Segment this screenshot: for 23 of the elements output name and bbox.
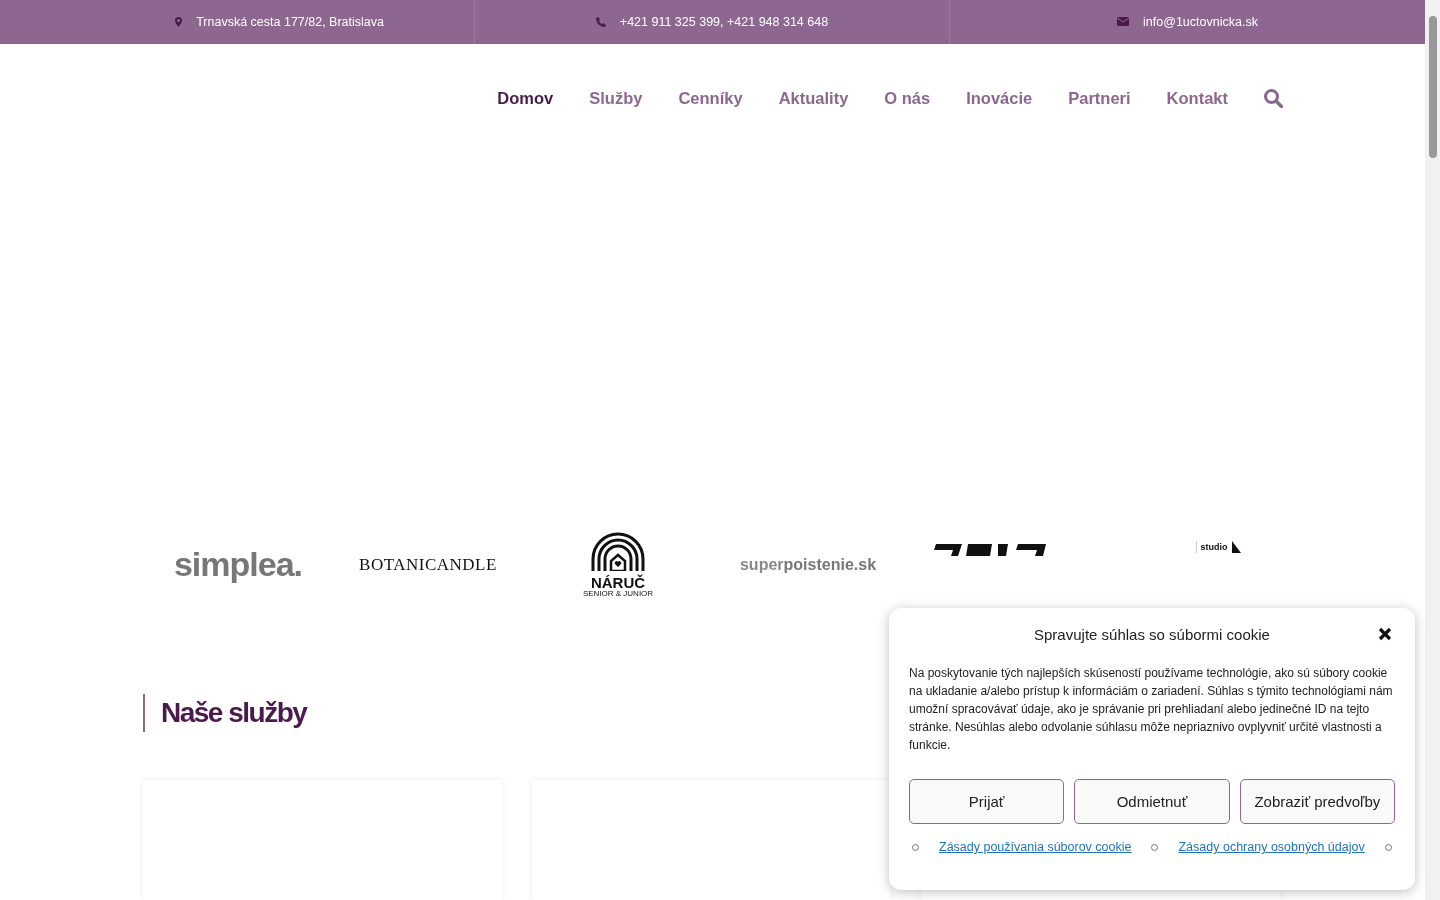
nav-link[interactable]: Služby xyxy=(589,88,643,108)
dialog-title: Spravujte súhlas so súbormi cookie xyxy=(1034,625,1270,643)
partner-logo[interactable]: BOTANICANDLE xyxy=(359,554,497,575)
nav-link[interactable]: O nás xyxy=(884,88,931,108)
contact-text[interactable]: Trnavská cesta 177/82, Bratislava xyxy=(196,15,384,29)
contact-text[interactable]: +421 911 325 399, +421 948 314 648 xyxy=(619,15,829,29)
cookie-button[interactable]: Prijať xyxy=(909,779,1065,824)
policy-link[interactable]: Zásady používania súborov cookie xyxy=(939,840,1132,854)
partner-logo[interactable]: superpoistenie.sk xyxy=(739,555,877,574)
policy-link[interactable]: Zásady ochrany osobných údajov xyxy=(1178,840,1365,854)
cookie-button[interactable]: Zobraziť predvoľby xyxy=(1239,779,1395,824)
nav-link[interactable]: Cenníky xyxy=(678,88,743,108)
nav-link[interactable]: Domov xyxy=(497,88,554,108)
cookie-button[interactable]: Odmietnuť xyxy=(1074,779,1230,824)
contact-text[interactable]: info@1uctovnicka.sk xyxy=(1143,15,1258,29)
nav-link[interactable]: Kontakt xyxy=(1166,88,1228,108)
partner-logo-text: studio xyxy=(1200,541,1228,552)
nav-link[interactable]: Partneri xyxy=(1068,88,1131,108)
partner-logo-subtext: SENIOR & JUNIOR xyxy=(582,590,654,599)
partner-logo-text: NÁRUČ xyxy=(590,575,646,591)
nav-link[interactable]: Aktuality xyxy=(778,88,849,108)
nav-link[interactable]: Inovácie xyxy=(966,88,1033,108)
partner-logo[interactable]: simplea. xyxy=(173,545,303,585)
